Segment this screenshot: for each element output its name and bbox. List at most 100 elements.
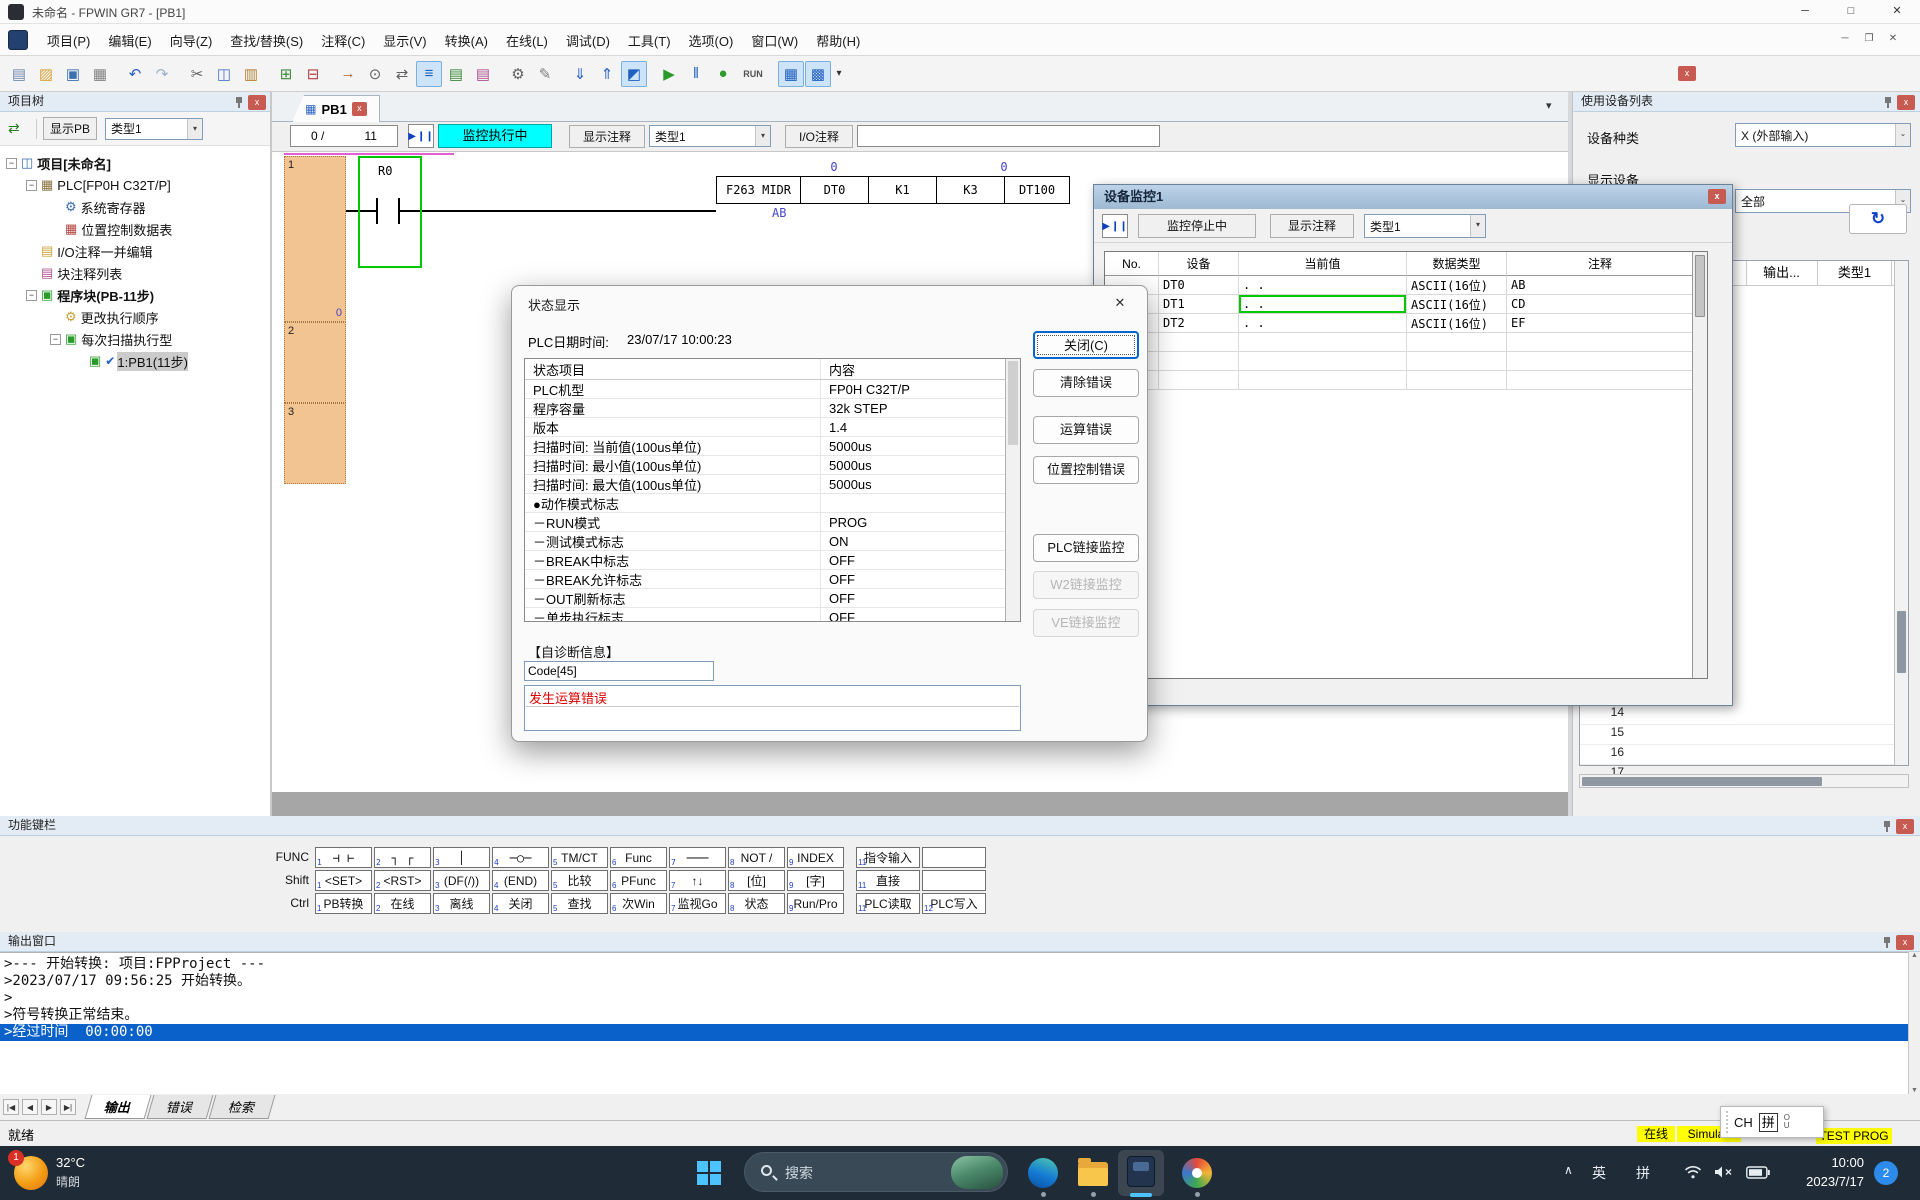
function-key-button[interactable] — [922, 870, 986, 891]
function-key-button[interactable]: 3│ — [433, 847, 490, 868]
run-mode-icon[interactable]: RUN — [737, 61, 769, 87]
vertical-scrollbar[interactable] — [1692, 252, 1707, 678]
ve-link-monitor-button[interactable]: VE链接监控 — [1033, 609, 1139, 637]
monitor-toggle-icon[interactable]: ▶❙❙ — [408, 124, 434, 148]
cut-icon[interactable]: ✂ — [184, 61, 210, 87]
jump-icon[interactable]: → — [335, 61, 361, 87]
pb-convert-icon[interactable]: ⚙ — [505, 61, 531, 87]
device-list-row[interactable]: 15 — [1580, 725, 1908, 745]
paste-icon[interactable]: ▥ — [238, 61, 264, 87]
function-key-button[interactable]: 1⊣ ⊢ — [315, 847, 372, 868]
function-key-button[interactable]: 5TM/CT — [551, 847, 608, 868]
function-key-button[interactable]: 1<SET> — [315, 870, 372, 891]
function-key-button[interactable]: 12PLC写入 — [922, 893, 986, 914]
function-key-button[interactable]: 6Func — [610, 847, 667, 868]
clock[interactable]: 10:00 2023/7/17 — [1806, 1153, 1864, 1191]
tab-scroll-button[interactable]: ◀ — [22, 1099, 38, 1115]
drag-handle-icon[interactable] — [1725, 1110, 1730, 1134]
tree-item-change-exec-order[interactable]: ⚙ 更改执行顺序 — [0, 306, 270, 328]
menu-find-replace[interactable]: 查找/替换(S) — [221, 27, 312, 54]
tree-item-io-comment-edit[interactable]: ▤ I/O注释一并编辑 — [0, 240, 270, 262]
close-button[interactable]: ✕ — [1874, 0, 1920, 23]
print-icon[interactable]: ▦ — [87, 61, 113, 87]
pin-icon[interactable] — [1882, 936, 1892, 949]
function-key-button[interactable]: 7监视Go — [669, 893, 726, 914]
device-row[interactable]: DT2 . . ASCII(16位) EF — [1105, 314, 1707, 333]
find-icon[interactable]: ⊙ — [362, 61, 388, 87]
pause-icon[interactable]: ‖ — [683, 61, 709, 87]
function-key-button[interactable]: 2<RST> — [374, 870, 431, 891]
online-edit-icon[interactable]: ✎ — [532, 61, 558, 87]
ime-language[interactable]: CH — [1734, 1115, 1753, 1130]
tree-item-project-root[interactable]: − ◫ 项目[未命名] — [0, 152, 270, 174]
menu-help[interactable]: 帮助(H) — [807, 27, 869, 54]
tree-expander-icon[interactable]: − — [26, 290, 37, 301]
tree-item-block-comment-list[interactable]: ▤ 块注释列表 — [0, 262, 270, 284]
tab-pb1[interactable]: ▦ PB1 x — [292, 95, 380, 122]
tab-close-icon[interactable]: x — [352, 102, 367, 116]
tree-expander-icon[interactable]: − — [6, 158, 17, 169]
clear-error-button[interactable]: 清除错误 — [1033, 369, 1139, 397]
pin-icon[interactable] — [1882, 820, 1892, 833]
device-list-row[interactable]: 16 — [1580, 745, 1908, 765]
device-kind-combo[interactable]: X (外部输入) ⌄ — [1735, 123, 1911, 147]
function-key-button[interactable]: 9[字] — [787, 870, 844, 891]
wifi-icon[interactable] — [1684, 1165, 1702, 1179]
function-key-button[interactable]: 5查找 — [551, 893, 608, 914]
output-log[interactable]: >--- 开始转换: 项目:FPProject --->2023/07/17 0… — [0, 952, 1908, 1094]
function-key-button[interactable]: 9INDEX — [787, 847, 844, 868]
time-chart-icon[interactable]: ▩ — [805, 61, 831, 87]
output-line[interactable]: >符号转换正常结束。 — [0, 1007, 1908, 1024]
ime-english-indicator[interactable]: 英 — [1592, 1163, 1606, 1183]
function-key-button[interactable]: 4(END) — [492, 870, 549, 891]
close-panel-icon[interactable]: x — [1896, 819, 1914, 834]
open-folder-icon[interactable]: ▨ — [33, 61, 59, 87]
paint-app-icon[interactable] — [1182, 1158, 1212, 1188]
volume-muted-icon[interactable] — [1714, 1165, 1734, 1179]
show-pb-button[interactable]: 显示PB — [43, 117, 97, 140]
comment-type-combo[interactable]: 类型1 ▾ — [105, 118, 203, 140]
tree-item-system-registers[interactable]: ⚙ 系统寄存器 — [0, 196, 270, 218]
menu-edit[interactable]: 编辑(E) — [99, 27, 160, 54]
plc-link-monitor-button[interactable]: PLC链接监控 — [1033, 534, 1139, 562]
undo-icon[interactable]: ↶ — [122, 61, 148, 87]
tree-item-pb1[interactable]: ▣ ✔ 1:PB1(11步) — [0, 350, 270, 372]
new-file-icon[interactable]: ▤ — [6, 61, 32, 87]
tree-item-position-control-table[interactable]: ▦ 位置控制数据表 — [0, 218, 270, 240]
output-tab[interactable]: 输出 — [85, 1095, 152, 1119]
device-list-row[interactable]: 14 — [1580, 705, 1908, 725]
function-key-button[interactable]: 8[位] — [728, 870, 785, 891]
toolbar-close-icon[interactable]: x — [1678, 66, 1696, 81]
contact-label[interactable]: R0 — [378, 164, 392, 178]
menu-project[interactable]: 项目(P) — [38, 27, 99, 54]
instruction-box[interactable]: F263 MIDR DT0 K1 K3 DT100 — [716, 176, 1070, 204]
function-key-button[interactable]: 2┐ ┌ — [374, 847, 431, 868]
menu-wizard[interactable]: 向导(Z) — [161, 27, 222, 54]
chevron-down-icon[interactable]: ▾ — [187, 119, 202, 139]
menu-window[interactable]: 窗口(W) — [742, 27, 807, 54]
online-mode-icon[interactable]: ◩ — [621, 61, 647, 87]
tab-scroll-button[interactable]: ▶| — [60, 1099, 76, 1115]
rung-1-margin-cell[interactable]: 1 0 — [284, 156, 346, 322]
tray-expand-icon[interactable]: ∧ — [1564, 1163, 1573, 1177]
empty-row[interactable] — [1105, 352, 1707, 371]
search-highlight-image[interactable] — [951, 1156, 1003, 1189]
tree-item-scan-execution-type[interactable]: − ▣ 每次扫描执行型 — [0, 328, 270, 350]
function-key-button[interactable]: 11PLC读取 — [856, 893, 920, 914]
tree-expander-icon[interactable]: − — [50, 334, 61, 345]
rung-2-margin-cell[interactable]: 2 — [284, 322, 346, 403]
toolbar-overflow-icon[interactable]: ▾ — [832, 61, 846, 87]
ime-mode[interactable]: 拼 — [1759, 1113, 1778, 1132]
edge-browser-icon[interactable] — [1028, 1158, 1058, 1188]
close-panel-icon[interactable]: x — [1897, 95, 1915, 110]
mdi-close-button[interactable]: ✕ — [1884, 31, 1902, 47]
function-key-button[interactable]: 6PFunc — [610, 870, 667, 891]
copy-icon[interactable]: ◫ — [211, 61, 237, 87]
ime-toolbar[interactable]: CH 拼 OU — [1720, 1106, 1824, 1138]
output-line[interactable]: >经过时间 00:00:00 — [0, 1024, 1908, 1041]
tree-item-plc[interactable]: − ▦ PLC[FP0H C32T/P] — [0, 174, 270, 196]
weather-temperature[interactable]: 32°C — [56, 1155, 85, 1170]
menu-tools[interactable]: 工具(T) — [619, 27, 680, 54]
dialog-close-icon[interactable]: ✕ — [1101, 290, 1139, 316]
function-key-button[interactable]: 3(DF(/)) — [433, 870, 490, 891]
